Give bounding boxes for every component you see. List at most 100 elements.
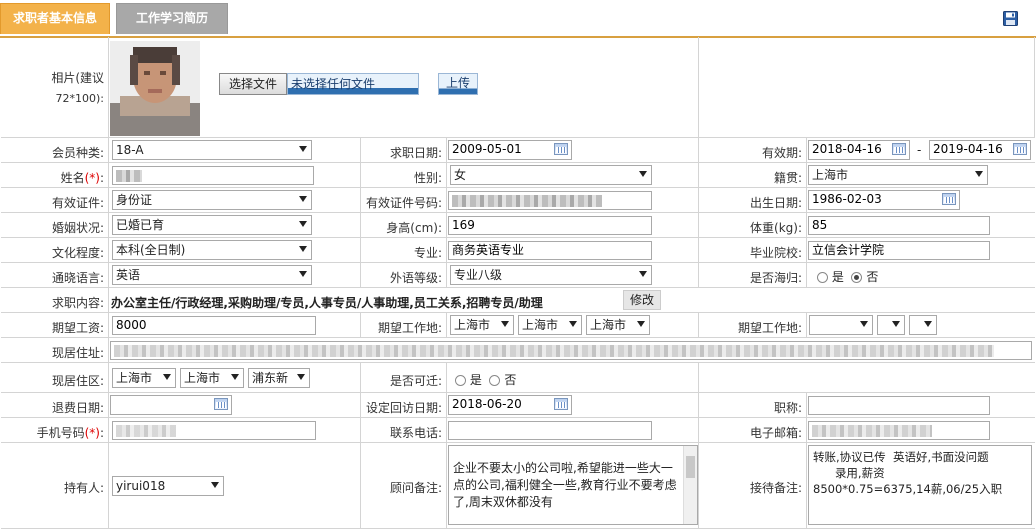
residence-city-select[interactable]: 上海市 — [180, 368, 244, 388]
avatar — [110, 41, 200, 136]
residence-city-value: 上海市 — [184, 371, 221, 385]
expected-province-select[interactable]: 上海市 — [450, 315, 514, 335]
salary-value: 8000 — [116, 318, 147, 332]
tab-basic-info[interactable]: 求职者基本信息 — [0, 3, 110, 34]
valid-to-input[interactable]: 2019-04-16 — [929, 140, 1031, 160]
overseas-no-radio[interactable] — [851, 272, 863, 283]
name-label: 姓名(*): — [61, 169, 104, 186]
calendar-icon[interactable] — [554, 398, 568, 410]
overseas-radio-group: 是 否 — [817, 268, 878, 285]
file-status: 未选择任何文件 — [287, 73, 419, 95]
height-label: 身高(cm): — [386, 221, 442, 235]
weight-input[interactable]: 85 — [808, 216, 990, 235]
expected-city-select[interactable]: 上海市 — [518, 315, 582, 335]
school-input[interactable]: 立信会计学院 — [808, 241, 990, 260]
title-input[interactable] — [808, 396, 990, 415]
member-type-select[interactable]: 18-A — [112, 140, 312, 160]
choose-file-button[interactable]: 选择文件 — [219, 73, 287, 95]
save-icon[interactable] — [1003, 11, 1018, 26]
mobile-label-text: 手机号码 — [36, 426, 85, 440]
holder-select[interactable]: yirui018 — [112, 476, 224, 496]
holder-label: 持有人: — [63, 481, 104, 495]
relocate-yes-radio[interactable] — [455, 375, 466, 386]
row-refund-date: 退费日期: 设定回访日期: 2018-06-20 职称: — [1, 393, 1035, 418]
expected-district-value: 上海市 — [590, 318, 627, 332]
visit-date-label: 设定回访日期: — [365, 401, 442, 415]
name-input[interactable] — [112, 166, 314, 185]
reception-note-textarea[interactable]: 转账,协议已传 英语好,书面没问题 录用,薪资 8500*0.75=6375,1… — [808, 445, 1032, 525]
valid-period-label: 有效期: — [761, 146, 802, 160]
language-select[interactable]: 英语 — [112, 265, 312, 285]
calendar-icon[interactable] — [214, 398, 228, 410]
visit-date-input[interactable]: 2018-06-20 — [448, 395, 572, 415]
marital-select[interactable]: 已婚已育 — [112, 215, 312, 235]
education-select[interactable]: 本科(全日制) — [112, 240, 312, 260]
residence-province-value: 上海市 — [116, 371, 153, 385]
chevron-down-icon — [299, 146, 307, 152]
major-label: 专业: — [413, 246, 442, 260]
language-level-select[interactable]: 专业八级 — [450, 265, 652, 285]
language-label: 通晓语言: — [51, 271, 104, 285]
calendar-icon[interactable] — [892, 143, 906, 155]
overseas-yes-radio[interactable] — [817, 272, 828, 283]
phone-input[interactable] — [448, 421, 652, 440]
mobile-label: 手机号码(*): — [37, 424, 104, 441]
required-marker: (*) — [84, 171, 100, 185]
refund-date-input[interactable] — [110, 395, 232, 415]
job-date-input[interactable]: 2009-05-01 — [448, 140, 572, 160]
expected-district-select-2[interactable] — [909, 315, 937, 335]
major-input[interactable]: 商务英语专业 — [448, 241, 652, 260]
valid-from-input[interactable]: 2018-04-16 — [808, 140, 910, 160]
calendar-icon[interactable] — [1013, 143, 1027, 155]
calendar-icon[interactable] — [554, 143, 568, 155]
id-type-select[interactable]: 身份证 — [112, 190, 312, 210]
residence-district-value: 浦东新 — [252, 371, 289, 385]
salary-input[interactable]: 8000 — [112, 316, 316, 335]
photo-label: 相片(建议 — [51, 71, 104, 85]
relocate-yes-label: 是 — [469, 373, 482, 387]
chevron-down-icon — [639, 171, 647, 177]
chevron-down-icon — [163, 374, 171, 380]
height-input[interactable]: 169 — [448, 216, 652, 235]
chevron-down-icon — [569, 321, 577, 327]
chevron-down-icon — [637, 321, 645, 327]
address-input[interactable] — [110, 341, 1032, 360]
consultant-note-textarea[interactable]: 企业不要太小的公司啦,希望能进一些大一点的公司,福利健全一些,教育行业不要考虑了… — [448, 445, 698, 525]
school-label: 毕业院校: — [749, 246, 802, 260]
relocate-no-radio[interactable] — [489, 375, 501, 386]
redacted-address — [114, 344, 994, 357]
chevron-down-icon — [297, 374, 305, 380]
marital-label: 婚姻状况: — [51, 221, 104, 235]
scrollbar[interactable] — [683, 446, 697, 524]
id-number-input[interactable] — [448, 191, 652, 210]
calendar-icon[interactable] — [942, 193, 956, 205]
photo-label-size: 72*100): — [55, 92, 105, 105]
residence-area-label: 现居住区: — [51, 374, 104, 388]
expected-location-label: 期望工作地: — [377, 321, 442, 335]
redacted-email — [812, 424, 932, 437]
row-mobile: 手机号码(*): 联系电话: 电子邮箱: — [1, 418, 1035, 443]
expected-district-select[interactable]: 上海市 — [586, 315, 650, 335]
photo-upload-cell: 选择文件 未选择任何文件 上传 — [109, 37, 699, 137]
birth-date-value: 1986-02-03 — [812, 192, 882, 206]
birth-date-input[interactable]: 1986-02-03 — [808, 190, 960, 210]
expected-province-select-2[interactable] — [809, 315, 873, 335]
weight-value: 85 — [812, 218, 828, 232]
redacted-id-number — [452, 194, 602, 207]
relocate-no-label: 否 — [504, 373, 517, 387]
origin-select[interactable]: 上海市 — [808, 165, 988, 185]
row-salary: 期望工资: 8000 期望工作地: 上海市 上海市 上海市 期望工作地: — [1, 313, 1035, 338]
tab-work-history[interactable]: 工作学习简历 — [116, 3, 228, 34]
expected-city-select-2[interactable] — [877, 315, 905, 335]
required-marker: (*) — [84, 426, 100, 440]
job-intent-label: 求职内容: — [51, 296, 104, 310]
gender-select[interactable]: 女 — [450, 165, 652, 185]
mobile-input[interactable] — [112, 421, 316, 440]
residence-district-select[interactable]: 浦东新 — [248, 368, 310, 388]
email-input[interactable] — [808, 421, 990, 440]
overseas-yes-label: 是 — [831, 270, 844, 284]
photo-empty-cell — [699, 37, 1035, 137]
upload-button[interactable]: 上传 — [438, 73, 478, 95]
residence-province-select[interactable]: 上海市 — [112, 368, 176, 388]
edit-button[interactable]: 修改 — [623, 290, 661, 310]
